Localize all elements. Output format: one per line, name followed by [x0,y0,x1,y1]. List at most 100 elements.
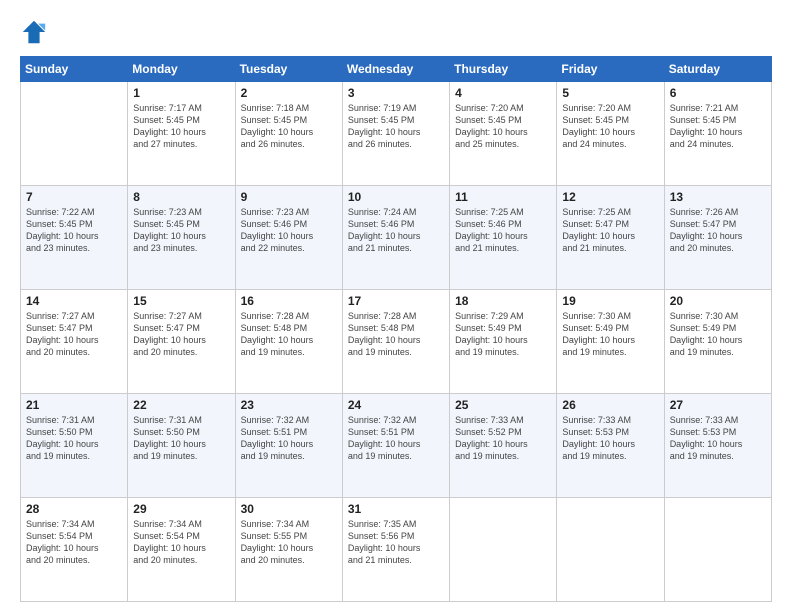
day-number: 14 [26,294,122,308]
calendar-cell: 22Sunrise: 7:31 AMSunset: 5:50 PMDayligh… [128,394,235,498]
day-number: 7 [26,190,122,204]
calendar-cell: 28 Sunrise: 7:34 AMSunset: 5:54 PMDayligh… [21,498,128,602]
day-number: 30 [241,502,337,516]
day-number: 5 [562,86,658,100]
day-info: Sunrise: 7:33 AMSunset: 5:53 PMDaylight:… [670,414,766,463]
calendar-cell: 31 Sunrise: 7:35 AMSunset: 5:56 PMDayligh… [342,498,449,602]
calendar-cell: 11 Sunrise: 7:25 AMSunset: 5:46 PMDayligh… [450,186,557,290]
day-info: Sunrise: 7:26 AMSunset: 5:47 PMDaylight:… [670,206,766,255]
calendar-cell: 24Sunrise: 7:32 AMSunset: 5:51 PMDayligh… [342,394,449,498]
calendar-cell: 5 Sunrise: 7:20 AMSunset: 5:45 PMDaylight… [557,82,664,186]
day-info: Sunrise: 7:32 AMSunset: 5:51 PMDaylight:… [241,414,337,463]
calendar-cell: 13Sunrise: 7:26 AMSunset: 5:47 PMDayligh… [664,186,771,290]
day-number: 17 [348,294,444,308]
weekday-header-sunday: Sunday [21,57,128,82]
day-info: Sunrise: 7:25 AMSunset: 5:46 PMDaylight:… [455,206,551,255]
day-info: Sunrise: 7:20 AMSunset: 5:45 PMDaylight:… [562,102,658,151]
weekday-header-thursday: Thursday [450,57,557,82]
day-number: 19 [562,294,658,308]
day-info: Sunrise: 7:19 AMSunset: 5:45 PMDaylight:… [348,102,444,151]
calendar-cell: 6 Sunrise: 7:21 AMSunset: 5:45 PMDaylight… [664,82,771,186]
calendar-cell [664,498,771,602]
calendar-cell: 4 Sunrise: 7:20 AMSunset: 5:45 PMDaylight… [450,82,557,186]
day-info: Sunrise: 7:31 AMSunset: 5:50 PMDaylight:… [26,414,122,463]
day-info: Sunrise: 7:28 AMSunset: 5:48 PMDaylight:… [348,310,444,359]
day-number: 31 [348,502,444,516]
calendar-cell: 20 Sunrise: 7:30 AMSunset: 5:49 PMDayligh… [664,290,771,394]
calendar-cell: 8 Sunrise: 7:23 AMSunset: 5:45 PMDaylight… [128,186,235,290]
day-info: Sunrise: 7:21 AMSunset: 5:45 PMDaylight:… [670,102,766,151]
calendar-cell: 17 Sunrise: 7:28 AMSunset: 5:48 PMDayligh… [342,290,449,394]
day-number: 26 [562,398,658,412]
day-number: 16 [241,294,337,308]
day-number: 29 [133,502,229,516]
calendar-cell: 12 Sunrise: 7:25 AMSunset: 5:47 PMDayligh… [557,186,664,290]
day-info: Sunrise: 7:22 AMSunset: 5:45 PMDaylight:… [26,206,122,255]
day-info: Sunrise: 7:25 AMSunset: 5:47 PMDaylight:… [562,206,658,255]
calendar-cell: 9Sunrise: 7:23 AMSunset: 5:46 PMDaylight… [235,186,342,290]
page: SundayMondayTuesdayWednesdayThursdayFrid… [0,0,792,612]
day-info: Sunrise: 7:30 AMSunset: 5:49 PMDaylight:… [562,310,658,359]
day-number: 4 [455,86,551,100]
calendar-week-row: 28 Sunrise: 7:34 AMSunset: 5:54 PMDayligh… [21,498,772,602]
weekday-header-row: SundayMondayTuesdayWednesdayThursdayFrid… [21,57,772,82]
day-number: 2 [241,86,337,100]
calendar-cell: 29Sunrise: 7:34 AMSunset: 5:54 PMDayligh… [128,498,235,602]
logo [20,18,52,46]
logo-icon [20,18,48,46]
day-info: Sunrise: 7:27 AMSunset: 5:47 PMDaylight:… [26,310,122,359]
day-number: 9 [241,190,337,204]
day-info: Sunrise: 7:34 AMSunset: 5:55 PMDaylight:… [241,518,337,567]
calendar-week-row: 7 Sunrise: 7:22 AMSunset: 5:45 PMDaylight… [21,186,772,290]
calendar-cell: 3 Sunrise: 7:19 AMSunset: 5:45 PMDaylight… [342,82,449,186]
day-info: Sunrise: 7:27 AMSunset: 5:47 PMDaylight:… [133,310,229,359]
day-number: 1 [133,86,229,100]
day-number: 20 [670,294,766,308]
day-number: 6 [670,86,766,100]
header [20,18,772,46]
day-info: Sunrise: 7:35 AMSunset: 5:56 PMDaylight:… [348,518,444,567]
calendar-week-row: 1 Sunrise: 7:17 AMSunset: 5:45 PMDaylight… [21,82,772,186]
calendar-cell [21,82,128,186]
weekday-header-wednesday: Wednesday [342,57,449,82]
weekday-header-friday: Friday [557,57,664,82]
calendar-cell: 27 Sunrise: 7:33 AMSunset: 5:53 PMDayligh… [664,394,771,498]
day-number: 15 [133,294,229,308]
day-info: Sunrise: 7:23 AMSunset: 5:45 PMDaylight:… [133,206,229,255]
calendar-cell: 21 Sunrise: 7:31 AMSunset: 5:50 PMDayligh… [21,394,128,498]
day-info: Sunrise: 7:33 AMSunset: 5:53 PMDaylight:… [562,414,658,463]
calendar-cell: 25Sunrise: 7:33 AMSunset: 5:52 PMDayligh… [450,394,557,498]
calendar-table: SundayMondayTuesdayWednesdayThursdayFrid… [20,56,772,602]
day-number: 3 [348,86,444,100]
day-number: 23 [241,398,337,412]
weekday-header-monday: Monday [128,57,235,82]
calendar-cell: 16 Sunrise: 7:28 AMSunset: 5:48 PMDayligh… [235,290,342,394]
day-number: 24 [348,398,444,412]
calendar-cell: 10Sunrise: 7:24 AMSunset: 5:46 PMDayligh… [342,186,449,290]
day-number: 8 [133,190,229,204]
calendar-cell: 23 Sunrise: 7:32 AMSunset: 5:51 PMDayligh… [235,394,342,498]
day-number: 28 [26,502,122,516]
day-number: 21 [26,398,122,412]
day-info: Sunrise: 7:28 AMSunset: 5:48 PMDaylight:… [241,310,337,359]
day-info: Sunrise: 7:29 AMSunset: 5:49 PMDaylight:… [455,310,551,359]
calendar-week-row: 21 Sunrise: 7:31 AMSunset: 5:50 PMDayligh… [21,394,772,498]
day-info: Sunrise: 7:20 AMSunset: 5:45 PMDaylight:… [455,102,551,151]
day-number: 12 [562,190,658,204]
day-info: Sunrise: 7:17 AMSunset: 5:45 PMDaylight:… [133,102,229,151]
weekday-header-saturday: Saturday [664,57,771,82]
calendar-cell: 26 Sunrise: 7:33 AMSunset: 5:53 PMDayligh… [557,394,664,498]
day-info: Sunrise: 7:18 AMSunset: 5:45 PMDaylight:… [241,102,337,151]
day-info: Sunrise: 7:30 AMSunset: 5:49 PMDaylight:… [670,310,766,359]
calendar-cell: 1 Sunrise: 7:17 AMSunset: 5:45 PMDaylight… [128,82,235,186]
day-info: Sunrise: 7:34 AMSunset: 5:54 PMDaylight:… [26,518,122,567]
calendar-cell: 19 Sunrise: 7:30 AMSunset: 5:49 PMDayligh… [557,290,664,394]
calendar-cell: 7 Sunrise: 7:22 AMSunset: 5:45 PMDaylight… [21,186,128,290]
day-number: 27 [670,398,766,412]
calendar-cell: 18 Sunrise: 7:29 AMSunset: 5:49 PMDayligh… [450,290,557,394]
day-number: 22 [133,398,229,412]
day-number: 11 [455,190,551,204]
day-info: Sunrise: 7:33 AMSunset: 5:52 PMDaylight:… [455,414,551,463]
day-number: 18 [455,294,551,308]
day-info: Sunrise: 7:24 AMSunset: 5:46 PMDaylight:… [348,206,444,255]
